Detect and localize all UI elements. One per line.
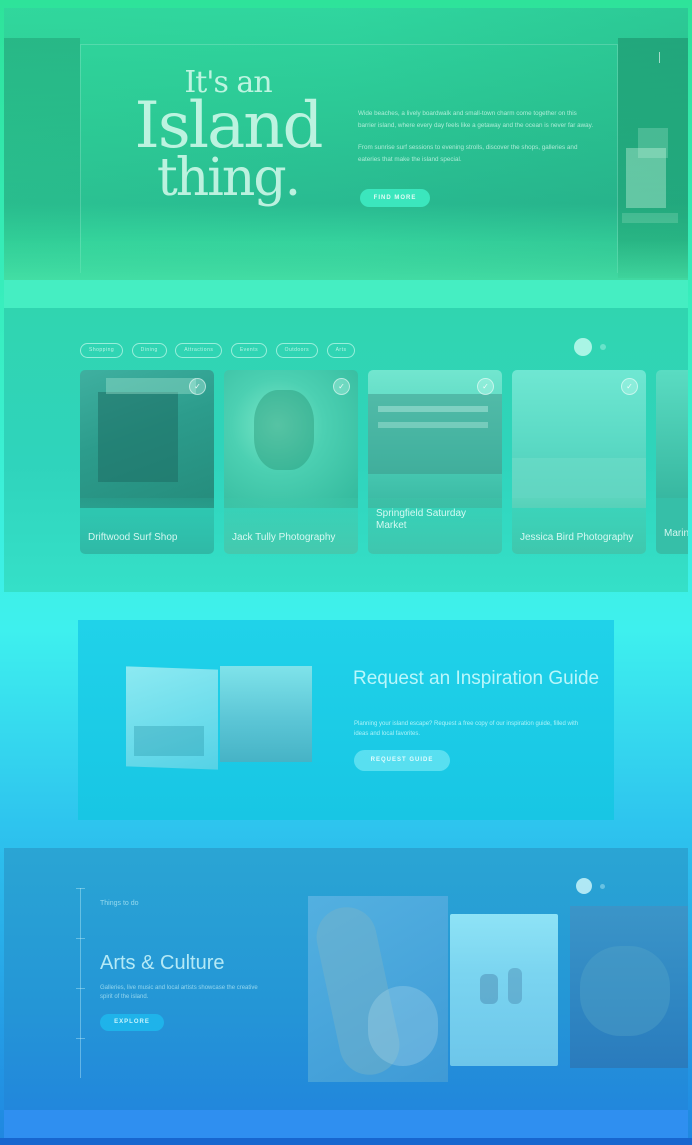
violin-photo — [308, 896, 448, 1082]
footer-divider — [4, 1110, 688, 1138]
hero-text: Wide beaches, a lively boardwalk and sma… — [358, 108, 594, 176]
beach-photo — [450, 914, 558, 1066]
category-chips: Shopping Dining Attractions Events Outdo… — [80, 338, 359, 358]
guide-book-image — [126, 666, 312, 770]
arts-slider-next-dot[interactable] — [600, 884, 605, 889]
arts-explore-button[interactable]: Explore — [100, 1014, 164, 1031]
card-title: Driftwood Surf Shop — [88, 532, 178, 543]
slider-next-dot[interactable] — [600, 344, 606, 350]
hero-title: It's an Island thing. — [118, 68, 338, 205]
chip-dining[interactable]: Dining — [131, 343, 167, 358]
section-divider — [4, 280, 688, 308]
chip-events[interactable]: Events — [230, 343, 268, 358]
hero-beach — [4, 240, 688, 280]
favorite-icon[interactable]: ✓ — [189, 378, 206, 395]
card-carousel: ✓ Driftwood Surf Shop ✓ Jack Tully Photo… — [80, 370, 688, 558]
favorite-icon[interactable]: ✓ — [477, 378, 494, 395]
chip-outdoors[interactable]: Outdoors — [275, 343, 319, 358]
chip-attractions[interactable]: Attractions — [175, 343, 223, 358]
card-saturday-market[interactable]: ✓ Springfield Saturday Market — [368, 370, 502, 554]
card-marine-night[interactable]: Marine Night Stand — [656, 370, 688, 554]
favorite-icon[interactable]: ✓ — [333, 378, 350, 395]
guide-title: Request an Inspiration Guide — [353, 668, 600, 689]
card-title: Jessica Bird Photography — [520, 532, 634, 543]
market-photo — [570, 906, 688, 1068]
card-jack-tully[interactable]: ✓ Jack Tully Photography — [224, 370, 358, 554]
card-image — [656, 370, 688, 508]
guide-description: Planning your island escape? Request a f… — [354, 721, 579, 737]
hero-paragraph-2: From sunrise surf sessions to evening st… — [358, 144, 578, 163]
arts-kicker: Things to do — [100, 900, 139, 907]
card-title: Marine Night Stand — [664, 528, 688, 539]
hero-paragraph-1: Wide beaches, a lively boardwalk and sma… — [358, 110, 594, 129]
explore-section: Shopping Dining Attractions Events Outdo… — [4, 308, 688, 592]
favorite-icon[interactable]: ✓ — [621, 378, 638, 395]
timeline-rail — [80, 888, 81, 1078]
hero-find-more-button[interactable]: Find more — [360, 189, 430, 207]
footer-bar — [0, 1138, 692, 1145]
card-driftwood[interactable]: ✓ Driftwood Surf Shop — [80, 370, 214, 554]
arts-slider-prev-dot[interactable] — [576, 878, 592, 894]
arts-culture-section: Things to do Arts & Culture Galleries, l… — [4, 848, 688, 1110]
arts-title: Arts & Culture — [100, 952, 225, 974]
hero-section: It's an Island thing. Wide beaches, a li… — [4, 8, 688, 280]
chip-shopping[interactable]: Shopping — [80, 343, 124, 358]
chip-arts[interactable]: Arts — [326, 343, 356, 358]
card-title: Springfield Saturday Market — [376, 508, 467, 531]
menu-icon[interactable] — [659, 52, 664, 63]
request-guide-button[interactable]: Request guide — [354, 750, 450, 771]
slider-prev-dot[interactable] — [574, 338, 592, 356]
card-title: Jack Tully Photography — [232, 532, 336, 543]
inspiration-guide-banner: Request an Inspiration Guide Planning yo… — [78, 620, 614, 820]
arts-description: Galleries, live music and local artists … — [100, 985, 258, 1000]
card-jessica-bird[interactable]: ✓ Jessica Bird Photography — [512, 370, 646, 554]
